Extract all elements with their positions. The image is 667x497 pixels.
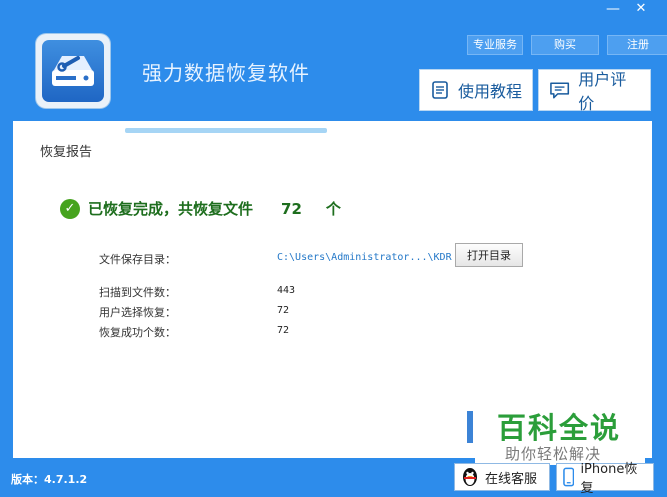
penguin-icon: [463, 468, 477, 486]
app-window: — ✕ 强力数据恢复软件 专业服务 购买 注册 使用教程 用户评价 恢复报告 ✓…: [0, 0, 667, 497]
app-logo: [36, 34, 110, 108]
iphone-recovery-button[interactable]: iPhone恢复: [556, 462, 654, 496]
status-message: ✓ 已恢复完成，共恢复文件 72 个: [60, 198, 341, 219]
top-links: 专业服务 购买 注册: [467, 35, 667, 55]
partial-button[interactable]: [467, 411, 473, 443]
pro-service-link[interactable]: 专业服务: [467, 35, 523, 55]
close-icon[interactable]: ✕: [628, 0, 654, 18]
selected-value: 72: [277, 305, 290, 316]
tab-indicator: [125, 128, 327, 133]
online-service-button[interactable]: 在线客服: [454, 463, 550, 491]
version-label: 版本：4.7.1.2: [11, 473, 88, 486]
user-review-label: 用户评价: [578, 70, 627, 113]
book-icon: [432, 81, 448, 99]
open-dir-button[interactable]: 打开目录: [455, 243, 523, 267]
scanned-label: 扫描到文件数：: [99, 286, 176, 299]
scanned-value: 443: [277, 285, 296, 296]
watermark-title: 百科全说: [497, 411, 622, 445]
check-icon: ✓: [60, 198, 80, 219]
tutorial-label: 使用教程: [458, 82, 523, 101]
status-count: 72: [281, 199, 302, 218]
watermark: 百科全说 助你轻松解决: [475, 395, 645, 465]
phone-icon: [563, 467, 575, 487]
user-review-button[interactable]: 用户评价: [538, 69, 651, 113]
iphone-recovery-label: iPhone恢复: [580, 462, 638, 496]
app-title: 强力数据恢复软件: [142, 61, 310, 85]
buy-link[interactable]: 购买: [531, 35, 599, 55]
register-link[interactable]: 注册: [607, 35, 667, 55]
online-service-label: 在线客服: [485, 471, 538, 487]
report-title: 恢复报告: [40, 145, 93, 160]
success-label: 恢复成功个数：: [99, 326, 176, 339]
comment-icon: [550, 82, 570, 99]
status-text: 已恢复完成，共恢复文件: [88, 200, 254, 218]
hard-drive-icon: [52, 56, 94, 86]
success-value: 72: [277, 325, 290, 336]
tutorial-button[interactable]: 使用教程: [419, 69, 533, 111]
minimize-icon[interactable]: —: [600, 0, 626, 18]
save-dir-path: C:\Users\Administrator...\KDR: [277, 252, 452, 263]
selected-label: 用户选择恢复：: [99, 306, 176, 319]
save-dir-label: 文件保存目录：: [99, 253, 176, 266]
status-unit: 个: [325, 200, 341, 218]
